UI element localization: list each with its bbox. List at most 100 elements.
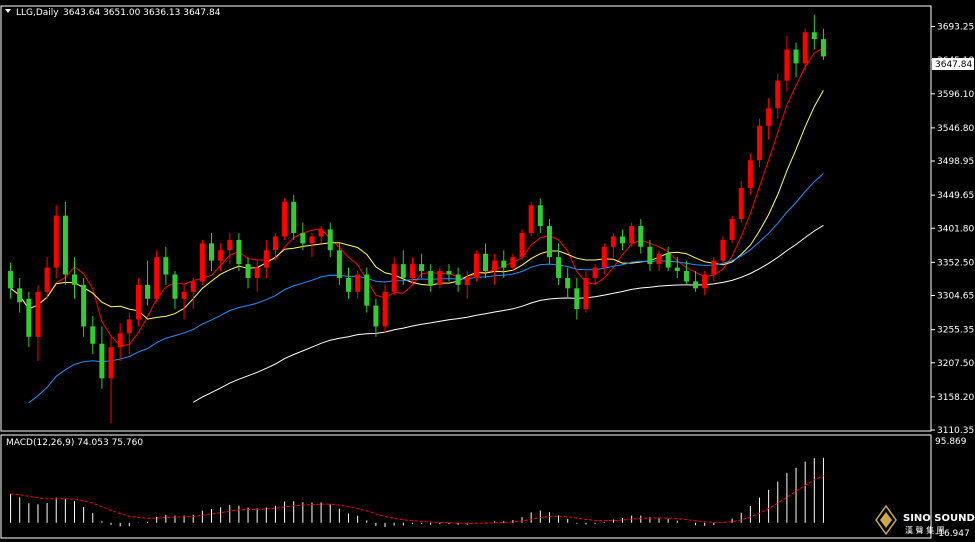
candle-body	[693, 281, 699, 289]
candle	[455, 267, 461, 292]
candle-body	[99, 343, 105, 379]
candle	[510, 253, 516, 272]
candle-body	[172, 274, 178, 299]
candle-body	[546, 226, 552, 258]
candle-body	[820, 39, 826, 57]
dropdown-triangle-icon[interactable]	[5, 9, 11, 13]
candle	[345, 267, 352, 299]
candle-body	[26, 298, 32, 337]
candle	[71, 257, 78, 299]
watermark-brand: SINO SOUND	[903, 513, 975, 524]
candle-body	[665, 253, 671, 268]
candle-body	[199, 243, 205, 282]
candle-body	[756, 125, 763, 161]
candle-body	[309, 236, 315, 244]
ohlc-label: 3643.64 3651.00 3636.13 3647.84	[63, 8, 221, 18]
candle-body	[236, 239, 242, 265]
candle-body	[565, 277, 571, 289]
main-panel-frame	[0, 5, 932, 432]
candle-body	[729, 219, 735, 240]
candle-body	[638, 226, 644, 247]
y-tick-label: 3304.65	[937, 292, 974, 302]
candle-body	[53, 215, 59, 268]
candle-body	[327, 229, 333, 251]
candle-body	[409, 264, 415, 278]
candle-body	[492, 260, 498, 272]
candle-body	[501, 260, 507, 268]
candle	[647, 239, 653, 272]
symbol-label: LLG,Daily	[16, 8, 59, 18]
candle-body	[610, 236, 616, 247]
y-tick-label: 3596.10	[937, 90, 974, 100]
candle	[199, 239, 205, 285]
candle-body	[181, 291, 187, 299]
candle	[81, 277, 87, 337]
candle	[35, 284, 41, 362]
candle-body	[272, 236, 278, 251]
y-tick-label: 3498.95	[937, 157, 974, 167]
candle	[473, 250, 479, 282]
macd-label: MACD(12,26,9) 74.053 75.760	[6, 438, 143, 448]
candle-body	[336, 250, 342, 278]
candle-body	[17, 288, 23, 303]
candle-body	[574, 288, 580, 310]
candle	[44, 257, 50, 299]
candle-body	[647, 246, 653, 265]
candle-body	[190, 281, 196, 292]
y-tick-label: 3207.50	[937, 359, 974, 369]
candle	[556, 243, 562, 285]
candle	[190, 277, 196, 310]
candle-body	[519, 232, 525, 258]
candle	[145, 260, 151, 306]
candle	[126, 312, 132, 355]
candle	[820, 28, 826, 60]
candle	[592, 264, 598, 285]
candle-body	[254, 267, 260, 278]
candle	[282, 198, 288, 240]
candle	[683, 260, 689, 285]
candle	[784, 35, 790, 92]
candle-body	[355, 274, 361, 292]
candle	[419, 253, 425, 278]
candle	[537, 198, 543, 233]
candle-body	[364, 274, 370, 306]
candle	[117, 322, 123, 362]
current-price-label: 3647.84	[935, 60, 972, 70]
sino-sound-logo	[875, 504, 897, 536]
moving-averages	[10, 47, 824, 404]
candle-body	[400, 264, 406, 278]
candle-body	[437, 271, 443, 285]
candle-body	[90, 326, 96, 344]
candle-body	[81, 284, 87, 327]
candle	[793, 42, 799, 78]
ma-fast-line	[10, 47, 824, 347]
candle	[519, 229, 525, 261]
candle-body	[510, 257, 516, 268]
candle-body	[35, 291, 41, 337]
macd-histogram	[10, 457, 824, 528]
candle-body	[263, 250, 269, 268]
candle-body	[428, 271, 434, 285]
candle-body	[108, 347, 114, 379]
candle-body	[619, 236, 626, 244]
candle	[629, 222, 635, 247]
candle-body	[154, 257, 160, 299]
candle-body	[62, 215, 68, 275]
candle	[53, 205, 59, 278]
candle	[528, 201, 534, 237]
candle-body	[592, 267, 598, 278]
y-tick-label: 3110.35	[937, 426, 974, 436]
watermark-subtitle: 漢 聲 集 團	[905, 525, 945, 535]
candle	[382, 284, 388, 334]
candle-body	[227, 239, 233, 251]
candle	[409, 257, 415, 285]
candle	[172, 271, 178, 310]
candle	[227, 232, 233, 265]
candle	[574, 277, 580, 320]
candle	[720, 236, 726, 265]
candle	[17, 277, 23, 313]
price-axis: 3693.253645.183596.103546.803498.953449.…	[931, 23, 974, 436]
candle-body	[720, 239, 726, 261]
candle	[601, 243, 607, 275]
y-tick-label: 3693.25	[937, 23, 974, 33]
